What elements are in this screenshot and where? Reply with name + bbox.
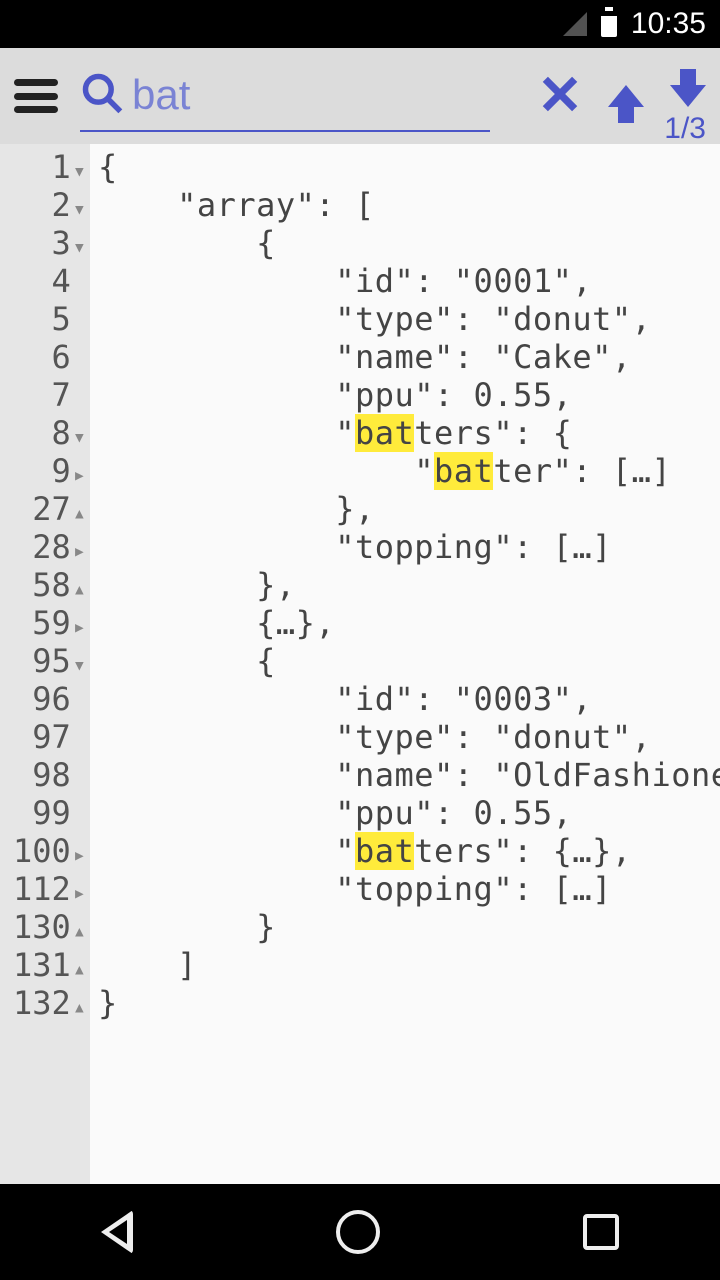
gutter-line[interactable]: 96 <box>0 680 90 718</box>
code-line[interactable]: ] <box>98 946 720 984</box>
code-line[interactable]: "batter": […] <box>98 452 720 490</box>
gutter-line[interactable]: 7 <box>0 376 90 414</box>
gutter-line[interactable]: 95▾ <box>0 642 90 680</box>
code-line[interactable]: }, <box>98 566 720 604</box>
gutter-line[interactable]: 6 <box>0 338 90 376</box>
home-button[interactable] <box>336 1210 380 1254</box>
gutter-line[interactable]: 4 <box>0 262 90 300</box>
gutter-line[interactable]: 99 <box>0 794 90 832</box>
gutter-line[interactable]: 27▴ <box>0 490 90 528</box>
code-line[interactable]: {…}, <box>98 604 720 642</box>
code-line[interactable]: "batters": { <box>98 414 720 452</box>
code-line[interactable]: "id": "0003", <box>98 680 720 718</box>
battery-icon <box>601 11 617 37</box>
gutter-line[interactable]: 59▸ <box>0 604 90 642</box>
gutter-line[interactable]: 1▾ <box>0 148 90 186</box>
code-line[interactable]: "ppu": 0.55, <box>98 376 720 414</box>
search-icon <box>80 71 124 120</box>
toolbar: 1/3 <box>0 48 720 144</box>
status-bar: 10:35 <box>0 0 720 48</box>
code-line[interactable]: }, <box>98 490 720 528</box>
code-line[interactable]: "type": "donut", <box>98 300 720 338</box>
gutter-line[interactable]: 131▴ <box>0 946 90 984</box>
gutter-line[interactable]: 9▸ <box>0 452 90 490</box>
status-time: 10:35 <box>631 7 706 41</box>
gutter-line[interactable]: 8▾ <box>0 414 90 452</box>
match-counter: 1/3 <box>664 112 706 146</box>
code-line[interactable]: "name": "Cake", <box>98 338 720 376</box>
code-line[interactable]: "topping": […] <box>98 870 720 908</box>
code-line[interactable]: "batters": {…}, <box>98 832 720 870</box>
line-gutter[interactable]: 1▾2▾3▾4 5 6 7 8▾9▸27▴28▸58▴59▸95▾96 97 9… <box>0 144 90 1184</box>
gutter-line[interactable]: 98 <box>0 756 90 794</box>
gutter-line[interactable]: 28▸ <box>0 528 90 566</box>
recent-apps-button[interactable] <box>583 1214 619 1250</box>
code-line[interactable]: { <box>98 642 720 680</box>
gutter-line[interactable]: 112▸ <box>0 870 90 908</box>
menu-button[interactable] <box>14 79 58 113</box>
gutter-line[interactable]: 132▴ <box>0 984 90 1022</box>
clear-search-button[interactable] <box>538 72 582 121</box>
code-line[interactable]: "array": [ <box>98 186 720 224</box>
code-line[interactable]: "id": "0001", <box>98 262 720 300</box>
gutter-line[interactable]: 130▴ <box>0 908 90 946</box>
gutter-line[interactable]: 5 <box>0 300 90 338</box>
code-area[interactable]: { "array": [ { "id": "0001", "type": "do… <box>90 144 720 1184</box>
editor[interactable]: 1▾2▾3▾4 5 6 7 8▾9▸27▴28▸58▴59▸95▾96 97 9… <box>0 144 720 1184</box>
prev-match-button[interactable] <box>608 85 644 107</box>
gutter-line[interactable]: 58▴ <box>0 566 90 604</box>
gutter-line[interactable]: 97 <box>0 718 90 756</box>
android-nav-bar <box>0 1184 720 1280</box>
next-match-button[interactable] <box>670 85 706 107</box>
gutter-line[interactable]: 3▾ <box>0 224 90 262</box>
gutter-line[interactable]: 100▸ <box>0 832 90 870</box>
code-line[interactable]: { <box>98 224 720 262</box>
back-button[interactable] <box>101 1210 133 1254</box>
search-input[interactable] <box>124 67 490 123</box>
code-line[interactable]: { <box>98 148 720 186</box>
signal-icon <box>563 12 587 36</box>
code-line[interactable]: "name": "OldFashioned", <box>98 756 720 794</box>
code-line[interactable]: } <box>98 908 720 946</box>
code-line[interactable]: "topping": […] <box>98 528 720 566</box>
code-line[interactable]: } <box>98 984 720 1022</box>
code-line[interactable]: "type": "donut", <box>98 718 720 756</box>
code-line[interactable]: "ppu": 0.55, <box>98 794 720 832</box>
gutter-line[interactable]: 2▾ <box>0 186 90 224</box>
search-field-wrap <box>80 60 490 132</box>
